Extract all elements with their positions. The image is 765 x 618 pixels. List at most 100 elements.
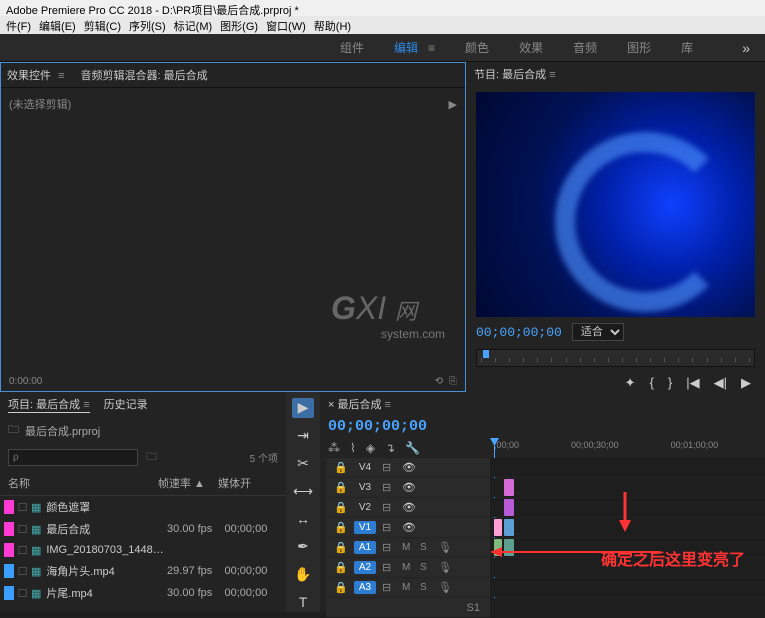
workspace-audio[interactable]: 音频 bbox=[573, 39, 597, 56]
workspace-effects[interactable]: 效果 bbox=[519, 39, 543, 56]
play-button[interactable]: ▶ bbox=[741, 375, 751, 391]
project-item[interactable]: ☐▦最后合成30.00 fps00;00;00 bbox=[0, 518, 286, 540]
add-marker-button[interactable]: ✦ bbox=[625, 375, 636, 391]
selection-tool[interactable]: ▶ bbox=[292, 398, 314, 418]
insert-icon[interactable]: ↴ bbox=[385, 441, 395, 455]
menu-graphics[interactable]: 图形(G) bbox=[218, 18, 260, 32]
checkbox[interactable]: ☐ bbox=[18, 587, 31, 600]
step-back-button[interactable]: ◀| bbox=[714, 375, 727, 391]
track-label[interactable]: V2 bbox=[354, 501, 376, 514]
filter-bin-icon[interactable]: 🗀 bbox=[146, 448, 157, 467]
menu-sequence[interactable]: 序列(S) bbox=[127, 18, 168, 32]
solo-button[interactable]: S bbox=[420, 562, 432, 573]
menu-icon[interactable]: ≡ bbox=[428, 41, 435, 55]
workspace-more-icon[interactable]: » bbox=[742, 40, 750, 56]
checkbox[interactable]: ☐ bbox=[18, 501, 31, 514]
tab-history[interactable]: 历史记录 bbox=[104, 396, 148, 413]
eye-icon[interactable]: 👁 bbox=[402, 501, 416, 514]
clip[interactable] bbox=[504, 539, 514, 556]
mic-icon[interactable]: 🎙 bbox=[438, 541, 452, 554]
lock-icon[interactable]: 🔒 bbox=[334, 561, 348, 574]
col-fps[interactable]: 帧速率 ▲ bbox=[158, 475, 218, 491]
track-label[interactable]: V4 bbox=[354, 461, 376, 474]
menu-help[interactable]: 帮助(H) bbox=[312, 18, 353, 32]
clip[interactable] bbox=[504, 519, 514, 536]
track-header[interactable]: 🔒A2⊟MS🎙 bbox=[326, 558, 490, 577]
eye-icon[interactable]: 👁 bbox=[402, 481, 416, 494]
track-label[interactable]: V1 bbox=[354, 521, 376, 534]
track-content[interactable] bbox=[490, 518, 765, 537]
track-label[interactable]: V3 bbox=[354, 481, 376, 494]
menu-edit[interactable]: 编辑(E) bbox=[37, 18, 78, 32]
hamburger-icon[interactable]: ≡ bbox=[549, 69, 555, 81]
search-input[interactable] bbox=[8, 449, 138, 466]
pen-tool[interactable]: ✒ bbox=[292, 537, 314, 557]
target-icon[interactable]: ⊟ bbox=[382, 461, 396, 474]
track-label[interactable]: A1 bbox=[354, 541, 376, 554]
clip[interactable] bbox=[504, 499, 514, 516]
workspace-assembly[interactable]: 组件 bbox=[340, 39, 364, 56]
mark-out-button[interactable]: } bbox=[668, 375, 672, 391]
col-name[interactable]: 名称 bbox=[8, 475, 158, 491]
track-header[interactable]: 🔒 V3 ⊟ 👁 bbox=[326, 478, 490, 497]
track-header[interactable]: 🔒A3⊟MS🎙 bbox=[326, 578, 490, 597]
menu-clip[interactable]: 剪辑(C) bbox=[82, 18, 123, 32]
track-content[interactable] bbox=[490, 498, 765, 517]
program-tab[interactable]: 节目: 最后合成 ≡ bbox=[466, 62, 765, 86]
track-header[interactable]: 🔒 V2 ⊟ 👁 bbox=[326, 498, 490, 517]
mic-icon[interactable]: 🎙 bbox=[438, 581, 452, 594]
linked-selection-icon[interactable]: ⌇ bbox=[350, 441, 356, 455]
timeline-timecode[interactable]: 00;00;00;00 bbox=[320, 416, 765, 437]
track-content[interactable] bbox=[490, 578, 765, 597]
ripple-edit-tool[interactable]: ✂ bbox=[292, 454, 314, 474]
track-content[interactable] bbox=[490, 478, 765, 497]
tab-effect-controls[interactable]: 效果控件 ≡ bbox=[7, 67, 64, 83]
hand-tool[interactable]: ✋ bbox=[292, 565, 314, 585]
mute-button[interactable]: M bbox=[402, 542, 414, 553]
marker-icon[interactable]: ◈ bbox=[366, 441, 375, 455]
track-label[interactable]: A2 bbox=[354, 561, 376, 574]
type-tool[interactable]: T bbox=[292, 592, 314, 612]
export-icon[interactable]: ⎘ bbox=[449, 376, 457, 387]
project-item[interactable]: ☐▦片尾.mp430.00 fps00;00;00 bbox=[0, 582, 286, 604]
eye-icon[interactable]: 👁 bbox=[402, 521, 416, 534]
tab-project[interactable]: 项目: 最后合成 ≡ bbox=[8, 396, 90, 413]
settings-icon[interactable]: 🔧 bbox=[405, 441, 420, 455]
clip[interactable] bbox=[494, 519, 502, 536]
workspace-color[interactable]: 颜色 bbox=[465, 39, 489, 56]
zoom-select[interactable]: 适合 bbox=[572, 323, 624, 341]
go-to-in-button[interactable]: |◀ bbox=[686, 375, 699, 391]
lock-icon[interactable]: 🔒 bbox=[334, 521, 348, 534]
track-content[interactable] bbox=[490, 598, 765, 617]
track-select-tool[interactable]: ⇥ bbox=[292, 426, 314, 446]
target-icon[interactable]: ⊟ bbox=[382, 541, 396, 554]
workspace-graphics[interactable]: 图形 bbox=[627, 39, 651, 56]
solo-button[interactable]: S bbox=[420, 582, 432, 593]
menu-window[interactable]: 窗口(W) bbox=[264, 18, 308, 32]
lock-icon[interactable]: 🔒 bbox=[334, 541, 348, 554]
target-icon[interactable]: ⊟ bbox=[382, 481, 396, 494]
checkbox[interactable]: ☐ bbox=[18, 565, 31, 578]
col-start[interactable]: 媒体开 bbox=[218, 475, 268, 491]
razor-tool[interactable]: ⟷ bbox=[292, 481, 314, 501]
mute-button[interactable]: M bbox=[402, 582, 414, 593]
clip[interactable] bbox=[504, 479, 514, 496]
project-item[interactable]: ☐▦海角片头.mp429.97 fps00;00;00 bbox=[0, 560, 286, 582]
menu-file[interactable]: 件(F) bbox=[4, 18, 33, 32]
track-header[interactable]: 🔒 A1 ⊟ MS 🎙 bbox=[326, 538, 490, 557]
target-icon[interactable]: ⊟ bbox=[382, 561, 396, 574]
timeline-sequence-tab[interactable]: × 最后合成 ≡ bbox=[320, 392, 765, 416]
track-content[interactable] bbox=[490, 458, 765, 477]
lock-icon[interactable]: 🔒 bbox=[334, 501, 348, 514]
target-icon[interactable]: ⊟ bbox=[382, 581, 396, 594]
program-timecode[interactable]: 00;00;00;00 bbox=[476, 325, 562, 340]
lock-icon[interactable]: 🔒 bbox=[334, 481, 348, 494]
program-preview[interactable] bbox=[476, 92, 755, 317]
mic-icon[interactable]: 🎙 bbox=[438, 561, 452, 574]
workspace-library[interactable]: 库 bbox=[681, 39, 693, 56]
track-header[interactable]: 🔒 V1 ⊟ 👁 bbox=[326, 518, 490, 537]
target-icon[interactable]: ⊟ bbox=[382, 521, 396, 534]
solo-button[interactable]: S bbox=[420, 542, 432, 553]
target-icon[interactable]: ⊟ bbox=[382, 501, 396, 514]
lock-icon[interactable]: 🔒 bbox=[334, 581, 348, 594]
